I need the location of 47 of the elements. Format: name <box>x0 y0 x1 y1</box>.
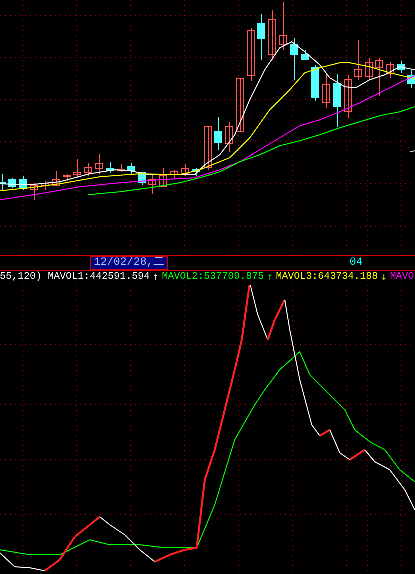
candlestick <box>398 60 406 74</box>
trend-arrow: ↓ <box>381 272 388 284</box>
candlestick <box>408 70 415 88</box>
indicator-value: MAVOL3:643734.188 <box>276 272 378 284</box>
candlestick <box>344 74 352 118</box>
trend-arrow: ↑ <box>267 272 274 284</box>
candlestick <box>30 182 38 200</box>
candlestick <box>334 74 342 128</box>
indicator-value: MAVOL2:537709.875 <box>162 272 264 284</box>
candlestick <box>248 28 256 82</box>
candlestick <box>268 10 276 60</box>
candlestick <box>366 58 374 80</box>
candlestick <box>214 116 222 150</box>
candlestick <box>386 62 394 78</box>
candlestick <box>74 158 82 178</box>
candlestick <box>52 170 60 186</box>
candlestick <box>280 2 288 50</box>
candlestick <box>64 174 72 182</box>
candlestick <box>226 122 234 152</box>
candlestick <box>192 168 200 176</box>
candlestick <box>376 58 384 96</box>
candlestick <box>96 154 104 174</box>
candlestick <box>148 174 156 194</box>
candlestick <box>302 50 310 60</box>
candlestick <box>20 176 28 190</box>
candlestick <box>290 38 298 80</box>
candlestick <box>128 162 136 174</box>
indicator-value: MAVOL1:442591.594 <box>48 272 150 284</box>
candlestick <box>204 126 212 170</box>
candlestick <box>170 170 178 178</box>
candlestick <box>354 40 362 80</box>
trend-arrow: ↑ <box>153 272 160 284</box>
candlestick <box>182 164 190 176</box>
candlestick <box>312 64 320 102</box>
axis-tick-label: 04 <box>350 257 363 269</box>
date-cursor-label: 12/02/28,二 <box>90 256 168 270</box>
candlestick <box>42 180 50 190</box>
candlestick <box>258 14 266 60</box>
candlestick <box>322 72 330 108</box>
candlestick <box>106 162 114 174</box>
candlestick <box>160 168 168 188</box>
candlestick <box>236 78 244 132</box>
candlestick <box>118 164 126 172</box>
indicator-params: 55,120) <box>0 272 42 284</box>
indicator-value: MAVO <box>390 272 414 284</box>
candlestick <box>0 174 6 190</box>
candlestick <box>84 162 92 176</box>
